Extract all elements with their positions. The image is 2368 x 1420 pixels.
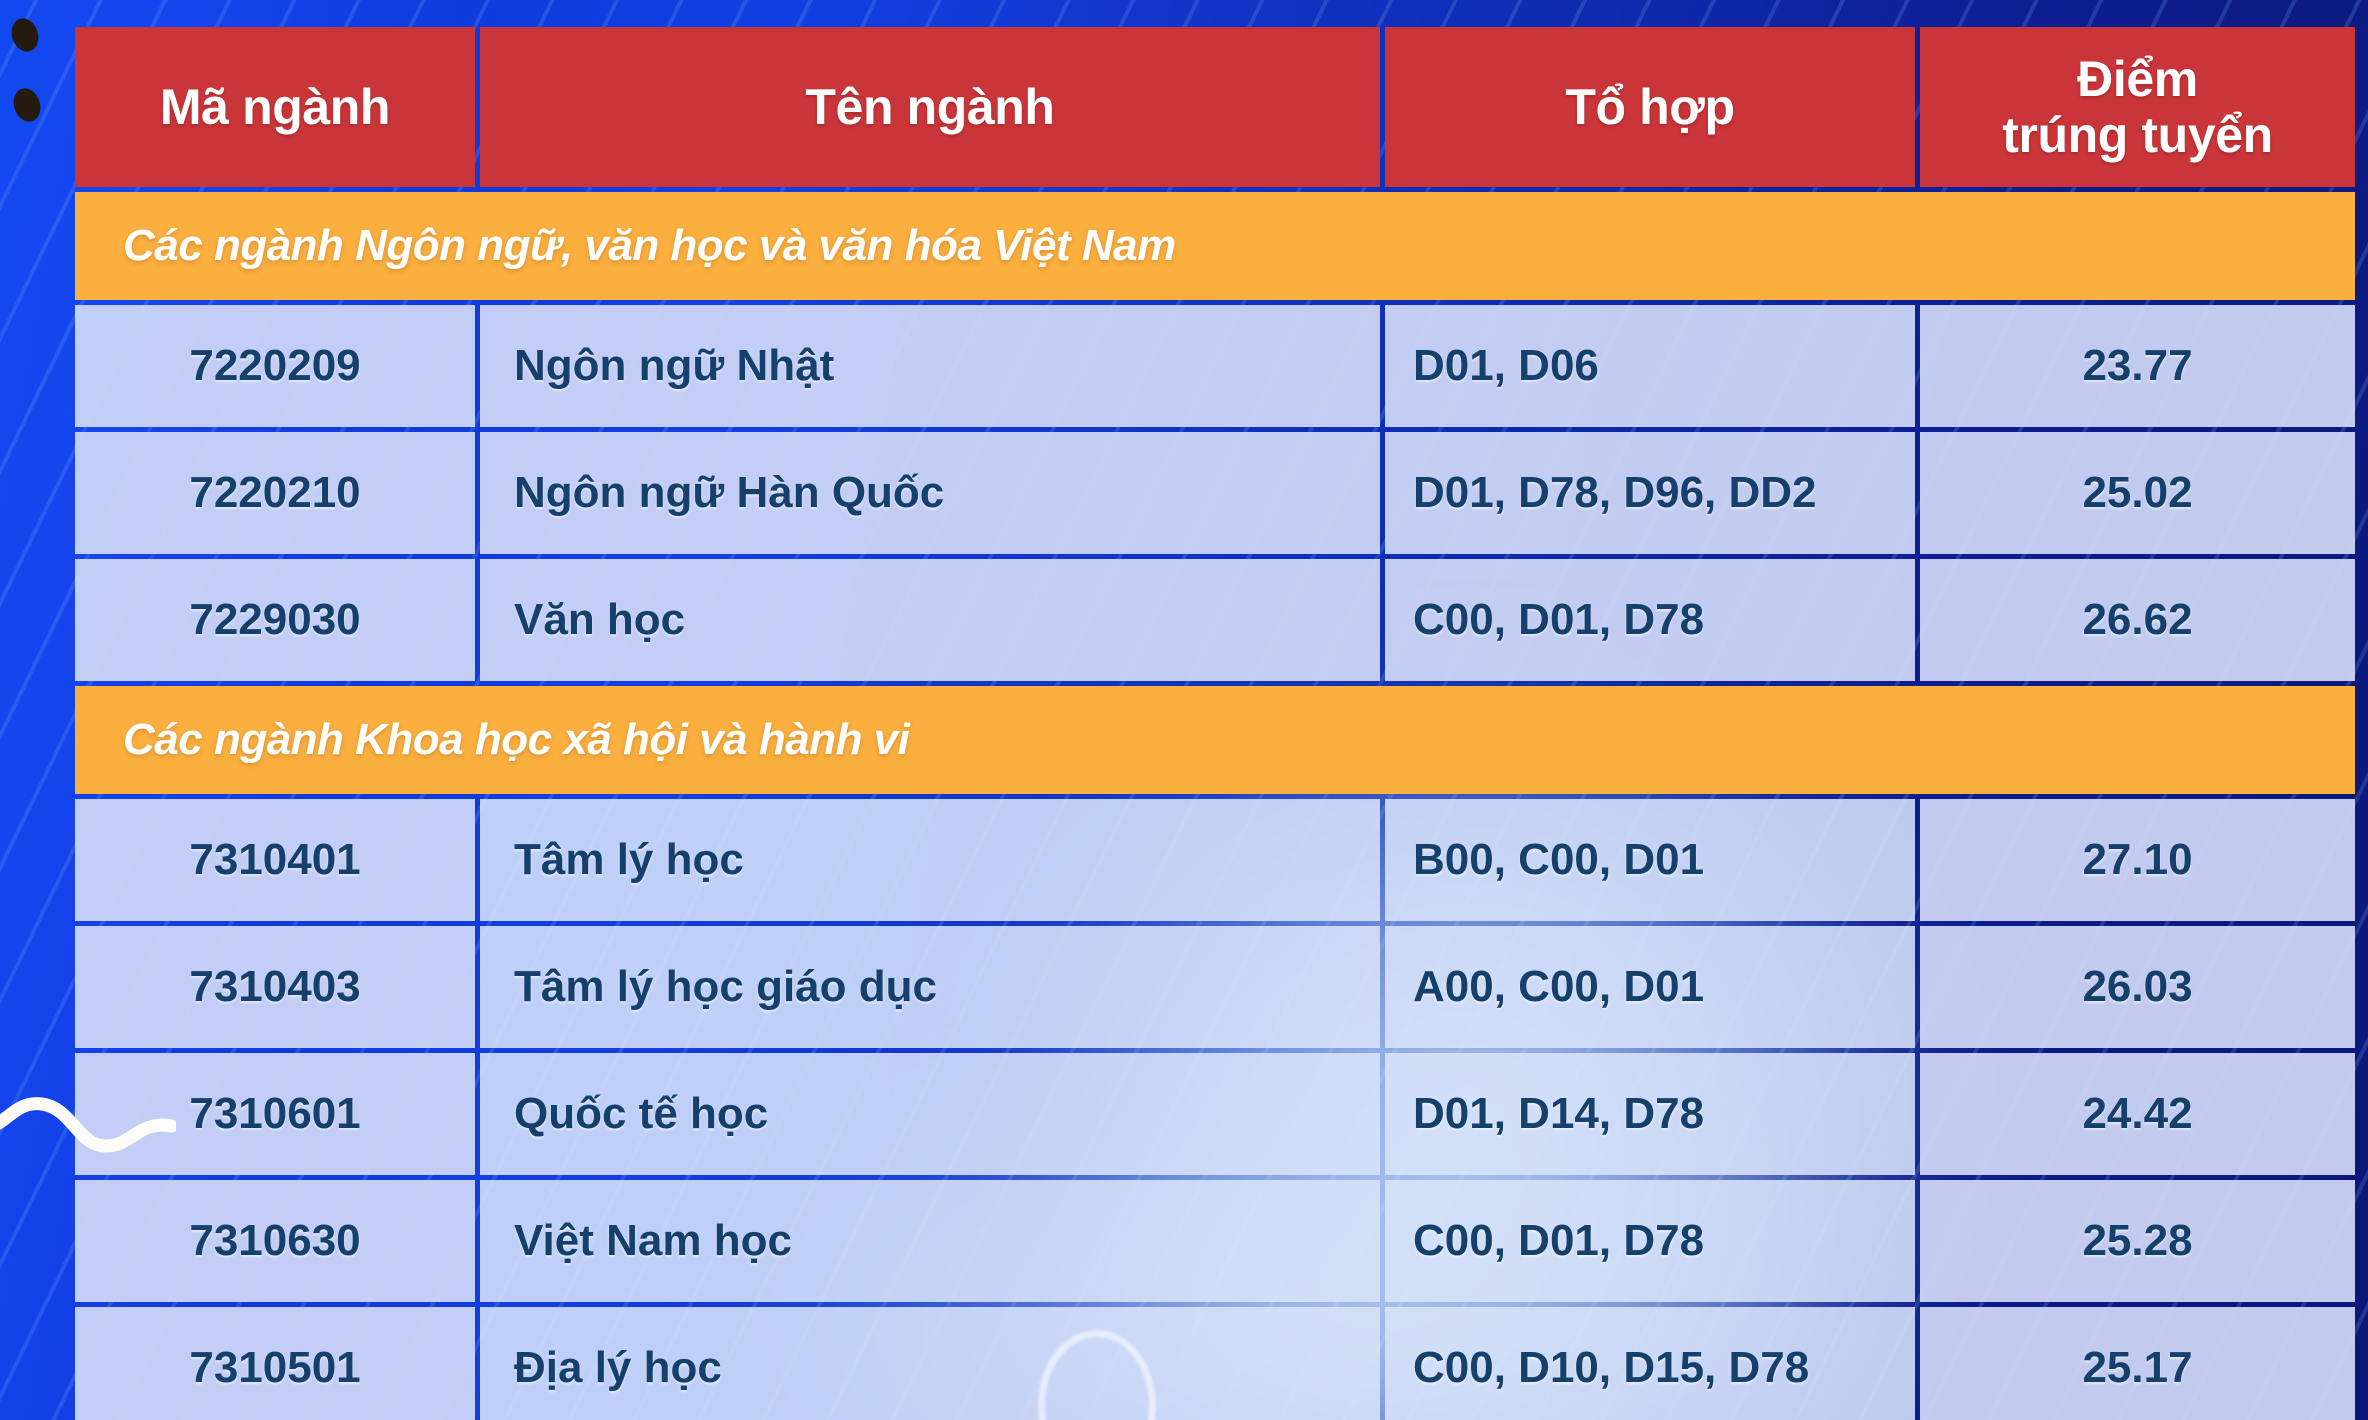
cell-combination: A00, C00, D01 — [1385, 926, 1915, 1048]
cell-major-name: Ngôn ngữ Hàn Quốc — [480, 432, 1380, 554]
cell-combination: C00, D01, D78 — [1385, 1180, 1915, 1302]
cell-score: 24.42 — [1920, 1053, 2355, 1175]
table-row: 7310501 Địa lý học C00, D10, D15, D78 25… — [75, 1307, 2355, 1420]
benchmark-score-line2: trúng tuyển — [2002, 107, 2273, 163]
cell-major-code: 7310403 — [75, 926, 475, 1048]
cell-combination: C00, D01, D78 — [1385, 559, 1915, 681]
column-header-benchmark-score: Điểm trúng tuyển — [1920, 27, 2355, 187]
cell-major-code: 7310401 — [75, 799, 475, 921]
cell-major-code: 7310630 — [75, 1180, 475, 1302]
cell-major-code: 7220210 — [75, 432, 475, 554]
table-header: Mã ngành Tên ngành Tổ hợp Điểm trúng tuy… — [75, 27, 2355, 187]
table-row: 7310403 Tâm lý học giáo dục A00, C00, D0… — [75, 926, 2355, 1048]
cell-score: 26.03 — [1920, 926, 2355, 1048]
cell-major-name: Địa lý học — [480, 1307, 1380, 1420]
group-header-row: Các ngành Khoa học xã hội và hành vi — [75, 686, 2355, 794]
header-row: Mã ngành Tên ngành Tổ hợp Điểm trúng tuy… — [75, 27, 2355, 187]
cell-major-code: 7220209 — [75, 305, 475, 427]
benchmark-score-line1: Điểm — [2077, 51, 2198, 107]
cell-major-name: Quốc tế học — [480, 1053, 1380, 1175]
cell-score: 23.77 — [1920, 305, 2355, 427]
group-header-row: Các ngành Ngôn ngữ, văn học và văn hóa V… — [75, 192, 2355, 300]
table-body: Các ngành Ngôn ngữ, văn học và văn hóa V… — [75, 192, 2355, 1420]
table-row: 7310601 Quốc tế học D01, D14, D78 24.42 — [75, 1053, 2355, 1175]
admission-score-table-wrapper: Mã ngành Tên ngành Tổ hợp Điểm trúng tuy… — [70, 22, 2355, 1420]
cell-major-name: Tâm lý học giáo dục — [480, 926, 1380, 1048]
table-row: 7310630 Việt Nam học C00, D01, D78 25.28 — [75, 1180, 2355, 1302]
cell-combination: B00, C00, D01 — [1385, 799, 1915, 921]
cell-combination: D01, D14, D78 — [1385, 1053, 1915, 1175]
cell-major-code: 7229030 — [75, 559, 475, 681]
cell-major-name: Việt Nam học — [480, 1180, 1380, 1302]
poster-canvas: Mã ngành Tên ngành Tổ hợp Điểm trúng tuy… — [0, 0, 2368, 1420]
table-row: 7220209 Ngôn ngữ Nhật D01, D06 23.77 — [75, 305, 2355, 427]
cell-score: 25.02 — [1920, 432, 2355, 554]
table-row: 7220210 Ngôn ngữ Hàn Quốc D01, D78, D96,… — [75, 432, 2355, 554]
cell-score: 26.62 — [1920, 559, 2355, 681]
group-title-social-sciences: Các ngành Khoa học xã hội và hành vi — [75, 686, 2355, 794]
cell-major-code: 7310501 — [75, 1307, 475, 1420]
cell-combination: D01, D06 — [1385, 305, 1915, 427]
wavy-line-icon — [0, 1097, 176, 1153]
cell-combination: D01, D78, D96, DD2 — [1385, 432, 1915, 554]
cell-score: 25.28 — [1920, 1180, 2355, 1302]
table-row: 7229030 Văn học C00, D01, D78 26.62 — [75, 559, 2355, 681]
bullet-dot-icon — [9, 84, 45, 126]
cell-combination: C00, D10, D15, D78 — [1385, 1307, 1915, 1420]
cell-major-name: Tâm lý học — [480, 799, 1380, 921]
table-row: 7310401 Tâm lý học B00, C00, D01 27.10 — [75, 799, 2355, 921]
column-header-major-name: Tên ngành — [480, 27, 1380, 187]
cell-major-name: Văn học — [480, 559, 1380, 681]
cell-score: 27.10 — [1920, 799, 2355, 921]
column-header-major-code: Mã ngành — [75, 27, 475, 187]
group-title-languages: Các ngành Ngôn ngữ, văn học và văn hóa V… — [75, 192, 2355, 300]
column-header-subject-combination: Tổ hợp — [1385, 27, 1915, 187]
cell-major-name: Ngôn ngữ Nhật — [480, 305, 1380, 427]
bullet-dot-icon — [7, 14, 43, 56]
admission-score-table: Mã ngành Tên ngành Tổ hợp Điểm trúng tuy… — [70, 22, 2360, 1420]
cell-score: 25.17 — [1920, 1307, 2355, 1420]
